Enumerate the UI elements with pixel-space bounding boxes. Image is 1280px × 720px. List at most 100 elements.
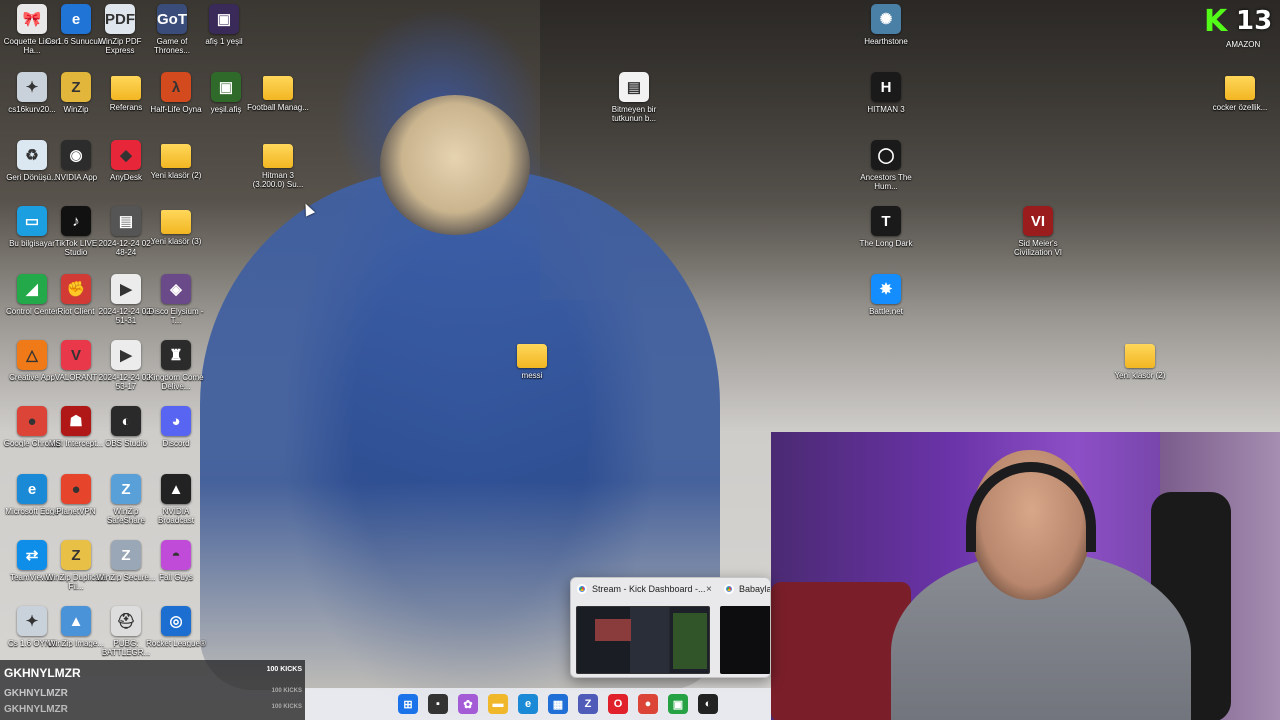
app-icon: ◐ [111,406,141,436]
chat-kicks: 100 KICKS [266,666,302,673]
chat-username: GKHNYLMZR [4,688,68,699]
icon-yeni-klasor-2[interactable]: Yeni klasör (2) [144,140,208,204]
app-icon: ✺ [871,4,901,34]
wallpaper-person-face [380,95,530,235]
app-icon: ◕ [161,406,191,436]
folder-icon [1125,344,1155,368]
winzip-taskbar-icon[interactable]: Z [578,694,598,714]
app-icon: PDF [105,4,135,34]
app-icon: ▤ [111,206,141,236]
icon-bitmeyen[interactable]: ▤ Bitmeyen bir tutkunun b... [602,72,666,136]
desktop-icon-label: Kingdom Come Delive... [148,373,204,391]
app-icon: ✦ [17,606,47,636]
taskbar: ⊞ ▪ ✿ ▬ e ▦ Z O ● ▣ ◐ [305,688,771,720]
webcam-sofa [771,582,911,720]
edge-taskbar-icon[interactable]: e [518,694,538,714]
app-icon: ▤ [619,72,649,102]
app-icon: ◯ [871,140,901,170]
preview-window-babayla[interactable]: Babayla [718,578,770,677]
app-icon: V [61,340,91,370]
app-icon: e [61,4,91,34]
app-icon: Z [111,540,141,570]
icon-the-long-dark[interactable]: T The Long Dark [854,206,918,270]
app-icon: GoT [157,4,187,34]
preview-window-title: Stream - Kick Dashboard -... [592,584,706,594]
kick-count: 13 [1236,6,1273,36]
opera-icon[interactable]: O [608,694,628,714]
app-icon: ✦ [17,72,47,102]
app-icon: ⇄ [17,540,47,570]
chat-username: GKHNYLMZR [4,666,81,680]
desktop-icon-label: Yeni klasör (2) [1114,371,1166,380]
icon-nvidia-broadcast[interactable]: ▲ NVIDIA Broadcast [144,474,208,538]
icon-afiş[interactable]: ▣ afiş 1 yeşil [192,4,256,68]
icon-fall-guys[interactable]: ◓ Fall Guys [144,540,208,604]
icon-hearthstone[interactable]: ✺ Hearthstone [854,4,918,68]
preview-thumbnail-kick[interactable] [576,606,710,674]
chat-row: GKHNYLMZR 100 KICKS [0,686,305,704]
file-explorer-icon[interactable]: ▬ [488,694,508,714]
app-icon: ● [61,474,91,504]
app-icon: ✊ [61,274,91,304]
app-icon: ♜ [161,340,191,370]
icon-hitman3[interactable]: H HITMAN 3 [854,72,918,136]
kick-follower-badge: K 13 AMAZON [1200,4,1278,50]
icon-disco-elysium[interactable]: ◈ Disco Elysium - T... [144,274,208,338]
icon-civ6[interactable]: VI Sid Meier's Civilization VI [1006,206,1070,270]
icon-discord[interactable]: ◕ Discord [144,406,208,470]
app-icon: ◓ [161,540,191,570]
app-icon: e [17,474,47,504]
close-icon[interactable]: × [706,584,712,595]
folder-icon [161,210,191,234]
icon-hitman3-folder[interactable]: Hitman 3 (3.200.0) Su... [246,140,310,204]
folder-icon [111,76,141,100]
app-icon: ◎ [161,606,191,636]
chat-username: GKHNYLMZR [4,704,68,715]
app-icon: ● [17,406,47,436]
icon-ancestors[interactable]: ◯ Ancestors The Hum... [854,140,918,204]
app-icon: ▲ [161,474,191,504]
desktop-icon-label: Discord [162,439,190,448]
preview-stream-frame [595,619,631,641]
app-icon: ◈ [161,274,191,304]
icon-cocker[interactable]: cocker özellik... [1208,72,1272,136]
desktop-icon-label: Yeni klasör (3) [150,237,202,246]
taskbar-thumbnail-preview[interactable]: Stream - Kick Dashboard -... × Babayla [570,577,771,678]
folder-icon [161,144,191,168]
icon-battlenet[interactable]: ✸ Battle.net [854,274,918,338]
desktop-icon-label: Fall Guys [159,573,193,582]
preview-window-kick-dashboard[interactable]: Stream - Kick Dashboard -... × [571,578,716,677]
icon-messi[interactable]: messi [500,340,564,404]
icon-football[interactable]: Football Manag... [246,72,310,136]
icon-yeni-klasor-3[interactable]: Yeni klasör (3) [144,206,208,270]
desktop-icon-label: cocker özellik... [1212,103,1268,112]
preview-thumbnail-babayla[interactable] [720,606,770,674]
app-icon: ◢ [17,274,47,304]
chat-overlay: GKHNYLMZR 100 KICKS GKHNYLMZR 100 KICKS … [0,660,305,720]
chat-row: GKHNYLMZR 100 KICKS [0,703,305,720]
webcam-overlay [771,432,1280,720]
app-icon: ◆ [111,140,141,170]
app-icon: ◉ [61,140,91,170]
icon-kingdom[interactable]: ♜ Kingdom Come Delive... [144,340,208,404]
app-icon: ▭ [17,206,47,236]
kick-logo-icon: K [1204,4,1228,39]
app-icon: ✸ [871,274,901,304]
desktop-icon-label: Sid Meier's Civilization VI [1013,239,1062,257]
desktop-icon-label: Bitmeyen bir tutkunun b... [611,105,657,123]
kick-label: AMAZON [1226,40,1261,49]
desktop-icon-label: afiş 1 yeşil [205,37,243,46]
start-icon[interactable]: ⊞ [398,694,418,714]
store-icon[interactable]: ▦ [548,694,568,714]
desktop-icon-label: Disco Elysium - T... [148,307,204,325]
app-icon: Z [61,72,91,102]
app-icon: ▶ [111,274,141,304]
obs-taskbar-icon[interactable]: ◐ [698,694,718,714]
icon-yeni-klasor-r[interactable]: Yeni klasör (2) [1108,340,1172,404]
nvidia-taskbar-icon[interactable]: ▣ [668,694,688,714]
task-view-icon[interactable]: ▪ [428,694,448,714]
copilot-icon[interactable]: ✿ [458,694,478,714]
chrome-icon [724,584,734,594]
folder-icon [1225,76,1255,100]
chrome-taskbar-icon[interactable]: ● [638,694,658,714]
